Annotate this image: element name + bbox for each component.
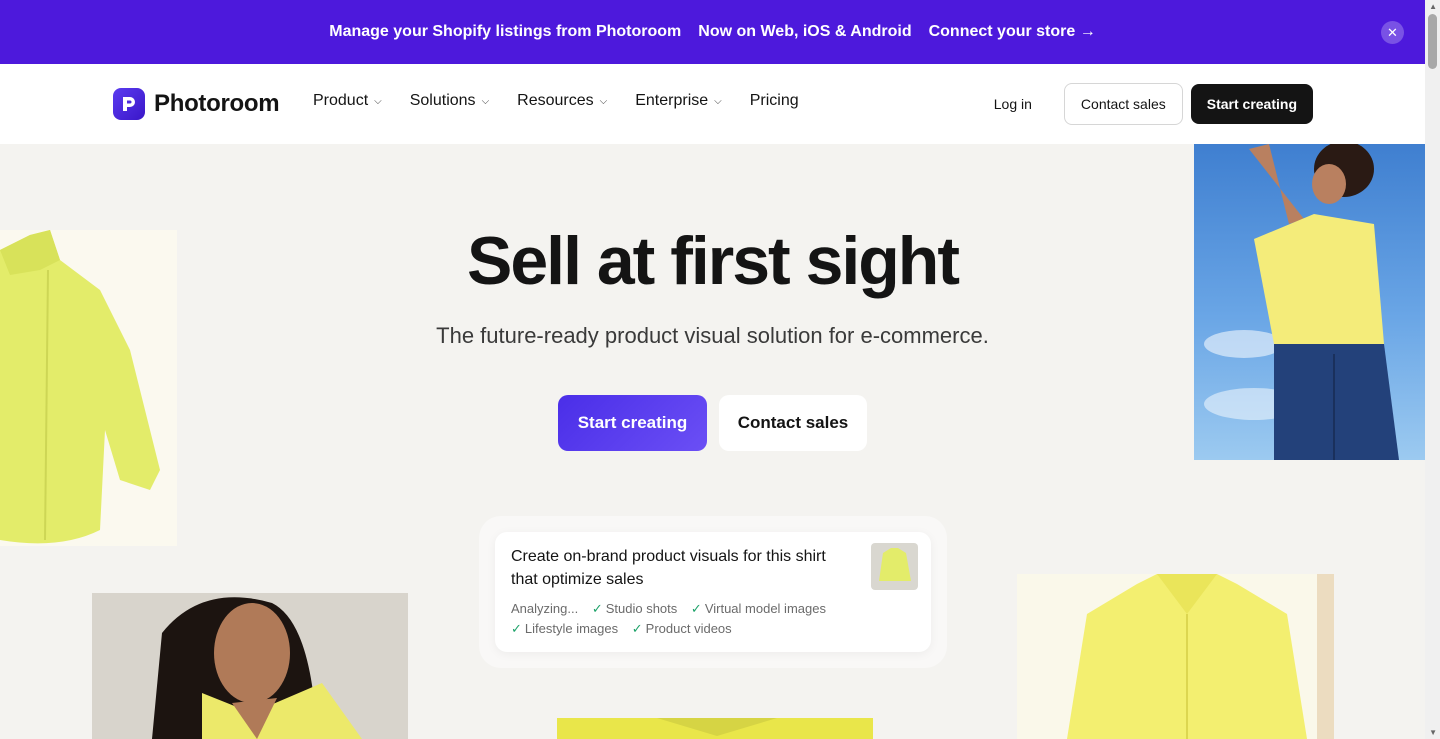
top-navbar: Photoroom Product ⌵ Solutions ⌵ Resource… [0,64,1425,144]
logo-text: Photoroom [154,90,280,117]
sheer-shirt-image [1017,574,1334,739]
chevron-down-icon: ⌵ [481,95,490,107]
tag-studio-shots: ✓ Studio shots [592,599,677,619]
nav-item-label: Product [313,92,369,109]
check-icon: ✓ [631,621,643,636]
tag-label: Lifestyle images [524,621,619,636]
nav-item-label: Pricing [749,92,799,109]
tag-label: Virtual model images [704,601,826,616]
contact-sales-button[interactable]: Contact sales [1063,83,1183,125]
banner-text-platforms: Now on Web, iOS & Android [698,23,912,40]
hero-cta-group: Start creating Contact sales [558,395,867,451]
scroll-up-arrow-icon[interactable]: ▲ [1429,2,1437,11]
logo[interactable]: Photoroom [113,88,280,120]
folded-shirt-image [557,718,873,739]
tag-label: Product videos [645,621,732,636]
analyzing-status: Analyzing... [511,601,579,616]
prompt-text: Create on-brand product visuals for this… [511,548,826,588]
nav-item-product[interactable]: Product ⌵ [313,92,382,110]
nav-item-label: Resources [517,92,594,109]
main-nav: Product ⌵ Solutions ⌵ Resources ⌵ Enterp… [313,92,799,110]
nav-item-label: Solutions [409,92,476,109]
tag-lifestyle: ✓ Lifestyle images [511,619,618,639]
close-icon[interactable]: ✕ [1381,21,1404,44]
start-creating-button[interactable]: Start creating [1190,84,1313,124]
nav-actions: Log in Contact sales Start creating [970,83,1313,125]
hero-start-creating-button[interactable]: Start creating [558,395,707,451]
page-scrollbar[interactable]: ▲ ▼ [1425,0,1440,739]
chevron-down-icon: ⌵ [714,95,722,107]
connect-store-link[interactable]: Connect your store → [929,23,1096,41]
nav-item-label: Enterprise [635,92,709,109]
promo-banner: Manage your Shopify listings from Photor… [0,0,1425,64]
nav-item-pricing[interactable]: Pricing [750,92,799,110]
tag-label: Studio shots [605,601,678,616]
prompt-card: Create on-brand product visuals for this… [495,532,931,652]
nav-item-solutions[interactable]: Solutions ⌵ [410,92,489,110]
banner-text-shopify: Manage your Shopify listings from Photor… [329,23,682,40]
scroll-down-arrow-icon[interactable]: ▼ [1429,728,1437,737]
model-portrait-image [92,593,408,739]
tag-virtual-model: ✓ Virtual model images [691,599,826,619]
check-icon: ✓ [511,621,522,636]
prompt-progress: Analyzing... ✓ Studio shots ✓ Virtual mode… [511,599,871,639]
chevron-down-icon: ⌵ [599,95,608,107]
login-link[interactable]: Log in [970,96,1056,112]
tag-product-videos: ✓ Product videos [632,619,732,639]
hero-contact-sales-button[interactable]: Contact sales [719,395,867,451]
hero-subtitle: The future-ready product visual solution… [436,323,989,348]
check-icon: ✓ [690,601,702,616]
nav-item-enterprise[interactable]: Enterprise ⌵ [635,92,722,110]
hero-title: Sell at first sight [467,223,960,299]
chevron-down-icon: ⌵ [374,95,382,107]
shirt-thumbnail [871,543,918,590]
photoroom-logo-icon [113,88,145,120]
model-yellow-shirt-image [1194,144,1425,460]
scrollbar-thumb[interactable] [1428,14,1437,69]
nav-item-resources[interactable]: Resources ⌵ [517,92,607,110]
check-icon: ✓ [591,601,603,616]
